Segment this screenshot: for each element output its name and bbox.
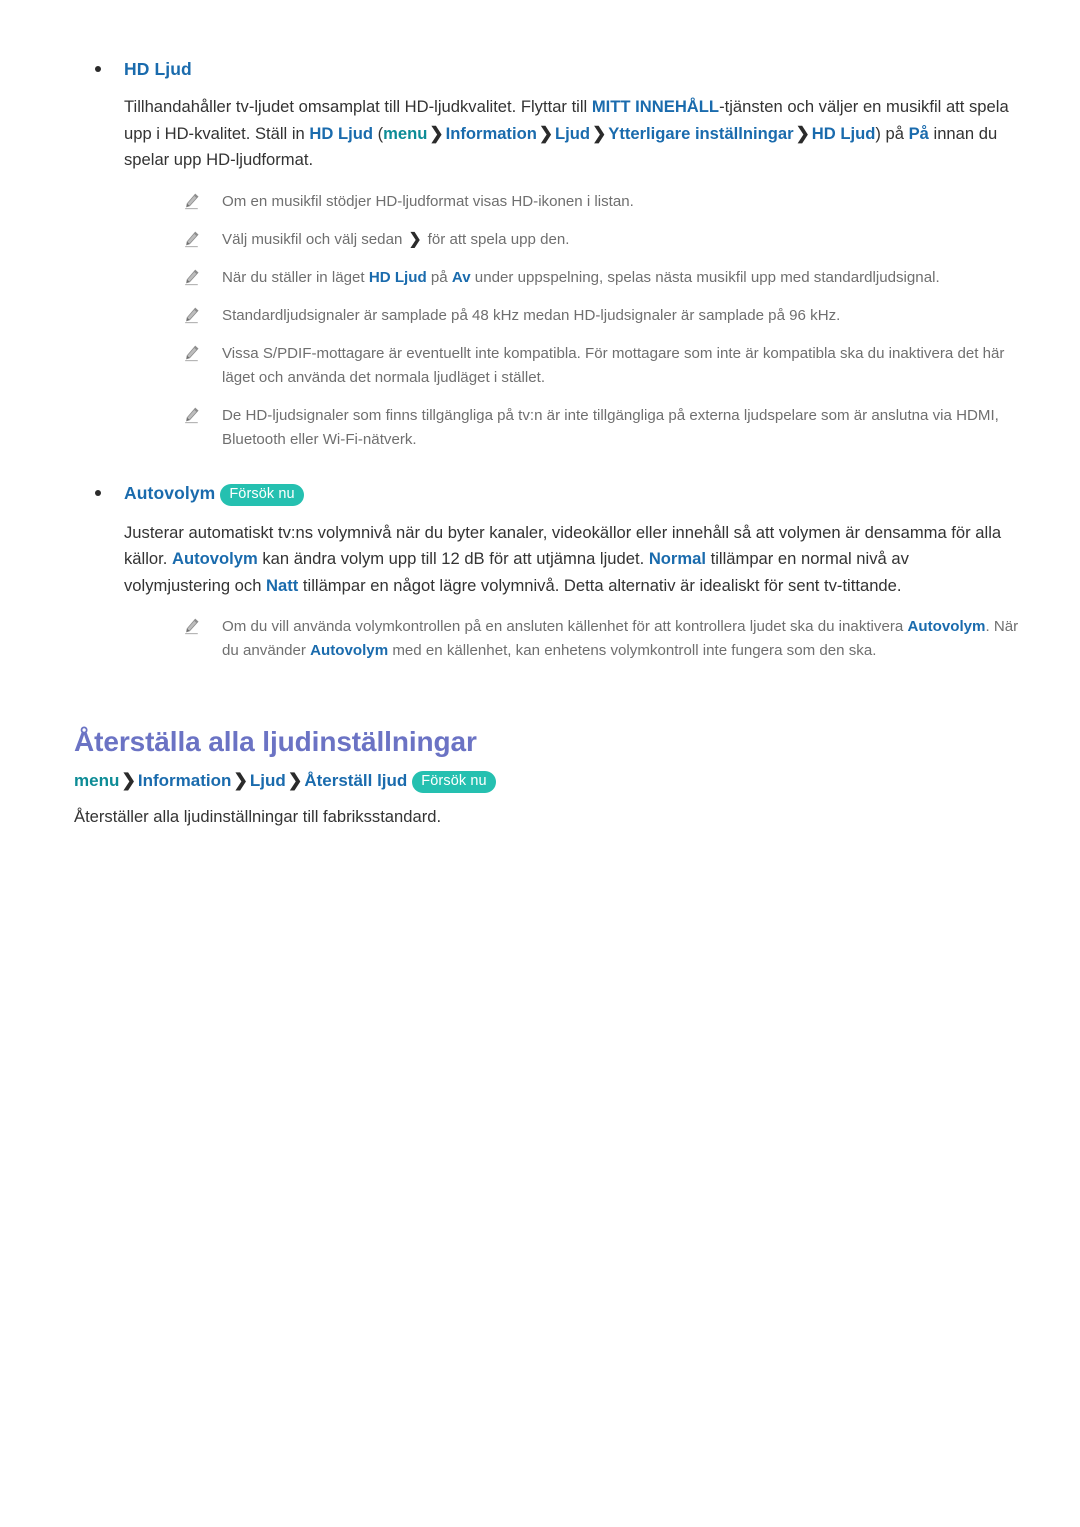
- feature-heading-hd-ljud: HD Ljud: [62, 58, 1020, 80]
- note-item: Standardljudsignaler är samplade på 48 k…: [62, 304, 1020, 328]
- page-title: Återställa alla ljudinställningar: [74, 726, 477, 757]
- note-item: Om du vill använda volymkontrollen på en…: [62, 615, 1020, 663]
- note-text-tail: för att spela upp den.: [423, 230, 570, 248]
- note-text: Standardljudsignaler är samplade på 48 k…: [222, 306, 841, 324]
- menu-path-aterstall-ljud[interactable]: Återställ ljud: [304, 771, 407, 790]
- text-lead: Tillhandahåller tv-ljudet omsamplat till…: [124, 97, 592, 116]
- pencil-icon: [185, 307, 199, 323]
- feature-description-autovolym: Justerar automatiskt tv:ns volymnivå när…: [62, 520, 1019, 600]
- pencil-icon: [185, 407, 199, 423]
- feature-block-hd-ljud: HD Ljud Tillhandahåller tv-ljudet omsamp…: [62, 58, 1020, 452]
- chevron-right-icon: ❯: [429, 123, 444, 143]
- menu-path-ljud[interactable]: Ljud: [555, 124, 590, 143]
- note-text: De HD-ljudsignaler som finns tillgänglig…: [222, 406, 999, 448]
- menu-path-information[interactable]: Information: [138, 771, 232, 790]
- menu-path-menu[interactable]: menu: [383, 124, 427, 143]
- feature-heading-autovolym: Autovolym Försök nu: [62, 482, 1020, 506]
- text-tail: tillämpar en något lägre volymnivå. Dett…: [298, 575, 902, 595]
- pencil-icon: [185, 345, 199, 361]
- menu-path-ljud[interactable]: Ljud: [250, 771, 286, 790]
- chevron-right-icon: ❯: [121, 770, 136, 790]
- note-item: När du ställer in läget HD Ljud på Av un…: [62, 266, 1020, 290]
- note-text: Om en musikfil stödjer HD-ljudformat vis…: [222, 192, 634, 210]
- chevron-right-icon: ❯: [233, 770, 248, 790]
- chevron-right-icon: ❯: [287, 770, 303, 790]
- chevron-right-icon: ❯: [592, 123, 607, 143]
- bullet-dot-icon: [95, 66, 101, 72]
- chevron-right-icon: ❯: [408, 230, 422, 248]
- note-text: under uppspelning, spelas nästa musikfil…: [470, 268, 940, 286]
- note-text: Om du vill använda volymkontrollen på en…: [222, 618, 908, 635]
- chapter-description: Återställer alla ljudinställningar till …: [74, 807, 442, 826]
- setting-value-pa: På: [908, 123, 929, 143]
- feature-title: HD Ljud: [124, 59, 192, 79]
- document-page: HD Ljud Tillhandahåller tv-ljudet omsamp…: [0, 0, 1080, 1527]
- note-list-hd-ljud: Om en musikfil stödjer HD-ljudformat vis…: [62, 190, 1020, 452]
- note-item: Om en musikfil stödjer HD-ljudformat vis…: [62, 190, 1020, 214]
- open-paren: (: [372, 123, 384, 143]
- note-item: De HD-ljudsignaler som finns tillgänglig…: [62, 404, 1020, 452]
- try-now-badge[interactable]: Försök nu: [220, 483, 304, 506]
- feature-block-autovolym: Autovolym Försök nu Justerar automatiskt …: [62, 482, 1020, 664]
- service-name-mitt-innehall: MITT INNEHÅLL: [591, 97, 720, 116]
- pencil-icon: [185, 269, 199, 285]
- menu-path-ytterligare-installningar[interactable]: Ytterligare inställningar: [608, 124, 793, 143]
- note-item: Välj musikfil och välj sedan ❯ för att s…: [62, 228, 1020, 252]
- menu-path-menu[interactable]: menu: [74, 771, 119, 790]
- note-text: När du ställer in läget: [222, 268, 369, 286]
- menu-path-hd-ljud[interactable]: HD Ljud: [812, 124, 876, 143]
- setting-value-natt: Natt: [266, 575, 299, 595]
- note-text: med en källenhet, kan enhetens volymkont…: [388, 642, 877, 659]
- feature-title: Autovolym: [124, 482, 216, 503]
- text-tail-pre: på: [880, 123, 909, 143]
- pencil-icon: [185, 618, 199, 635]
- chevron-right-icon: ❯: [538, 123, 554, 143]
- bullet-dot-icon: [95, 489, 101, 496]
- pencil-icon: [185, 193, 199, 209]
- setting-value-normal: Normal: [648, 549, 706, 568]
- try-now-badge[interactable]: Försök nu: [412, 771, 496, 793]
- feature-description-hd-ljud: Tillhandahåller tv-ljudet omsamplat till…: [62, 94, 1019, 174]
- setting-name-hd-ljud: HD Ljud: [309, 123, 373, 143]
- note-item: Vissa S/PDIF-mottagare är eventuellt int…: [62, 342, 1020, 390]
- note-text: Vissa S/PDIF-mottagare är eventuellt int…: [222, 344, 1005, 386]
- setting-name-autovolym: Autovolym: [310, 642, 389, 659]
- text-mid-1: kan ändra volym upp till 12 dB för att u…: [257, 549, 649, 568]
- breadcrumb: menu ❯ Information ❯ Ljud ❯ Återställ ljud Förs…: [62, 768, 1020, 793]
- pencil-icon: [185, 231, 199, 247]
- note-text: Välj musikfil och välj sedan: [222, 230, 407, 248]
- chevron-right-icon: ❯: [795, 123, 810, 143]
- menu-path-information[interactable]: Information: [446, 124, 537, 143]
- chapter-reset-sound-settings: Återställa alla ljudinställningar menu ❯ I…: [62, 725, 1020, 830]
- setting-value-av: Av: [451, 268, 471, 286]
- note-text: på: [426, 268, 452, 286]
- setting-name-hd-ljud: HD Ljud: [368, 268, 427, 286]
- setting-name-autovolym: Autovolym: [907, 618, 986, 635]
- setting-name-autovolym: Autovolym: [171, 549, 258, 568]
- note-list-autovolym: Om du vill använda volymkontrollen på en…: [62, 615, 1020, 663]
